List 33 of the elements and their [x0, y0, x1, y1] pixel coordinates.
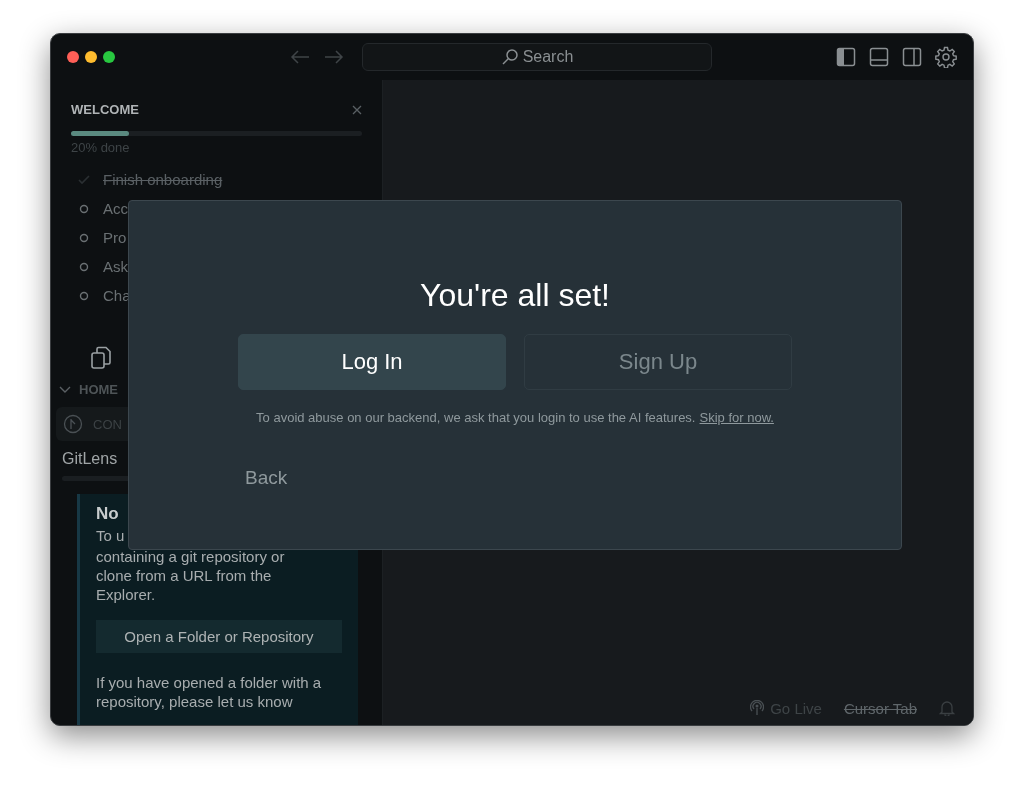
- step-label[interactable]: Acc: [103, 200, 128, 217]
- skip-link[interactable]: Skip for now.: [699, 410, 774, 425]
- card-text: To u: [96, 526, 126, 545]
- commit-icon: [63, 414, 83, 434]
- signup-button[interactable]: Sign Up: [524, 334, 792, 390]
- section-title: WELCOME: [71, 102, 139, 117]
- settings-icon[interactable]: [935, 46, 957, 68]
- step-label[interactable]: Ask: [103, 258, 128, 275]
- copy-icon[interactable]: [90, 346, 112, 370]
- step-label[interactable]: Pro: [103, 229, 127, 246]
- section-title: GitLens: [62, 450, 119, 468]
- search-icon: [500, 48, 519, 66]
- card-text: If you have opened a folder with a repository, please let us know: [96, 673, 323, 711]
- open-folder-button[interactable]: Open a Folder or Repository: [96, 620, 342, 653]
- chevron-down-icon[interactable]: [59, 385, 71, 394]
- card-title: No: [96, 504, 120, 524]
- section-title[interactable]: HOME: [79, 382, 118, 397]
- minimize-window-button[interactable]: [85, 51, 97, 63]
- back-button[interactable]: Back: [239, 463, 294, 493]
- right-sidebar-toggle-icon[interactable]: [902, 47, 922, 67]
- search-field[interactable]: Search: [362, 43, 712, 71]
- panel-toggle-icon[interactable]: [869, 47, 889, 67]
- dialog-title: You're all set!: [420, 277, 610, 314]
- left-sidebar-toggle-icon[interactable]: [836, 47, 856, 67]
- status-item[interactable]: Cursor Tab: [843, 699, 917, 717]
- login-button[interactable]: Log In: [238, 334, 506, 390]
- broadcast-icon: [750, 700, 765, 716]
- close-icon[interactable]: [352, 104, 362, 115]
- card-text: containing a git repository or clone from a URL from the Explorer.: [96, 547, 286, 604]
- notice-text: To avoid abuse on our backend, we ask that you login to use the AI features.: [256, 410, 696, 425]
- step-label[interactable]: Finish onboarding: [103, 171, 223, 188]
- zoom-window-button[interactable]: [103, 51, 115, 63]
- close-window-button[interactable]: [67, 51, 79, 63]
